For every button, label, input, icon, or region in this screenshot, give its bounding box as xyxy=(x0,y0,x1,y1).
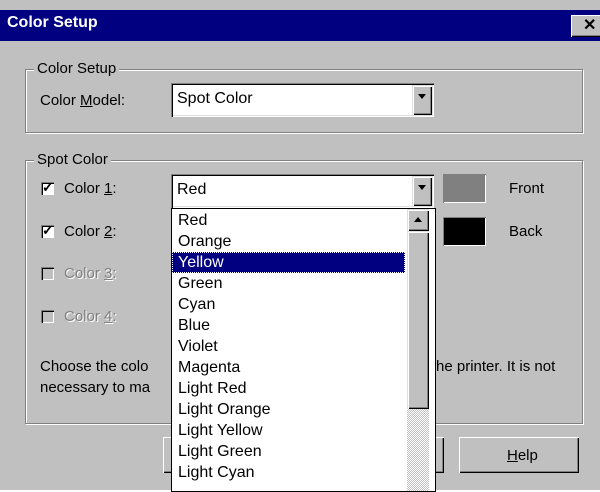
description-line-1-end: he printer. It is not xyxy=(436,358,556,375)
color-3-checkbox xyxy=(41,267,54,280)
color-2-swatch[interactable] xyxy=(443,217,486,246)
color-setup-dialog: Color Setup ✕ Color Setup Color Model: S… xyxy=(0,0,600,492)
description-line-2: necessary to ma xyxy=(40,379,151,396)
chevron-up-icon xyxy=(414,217,422,222)
color-1-value: Red xyxy=(177,181,207,198)
list-item[interactable]: Orange xyxy=(172,231,405,252)
list-item[interactable]: Green xyxy=(172,273,405,294)
window-title: Color Setup xyxy=(7,14,98,31)
spot-color-group-label: Spot Color xyxy=(34,152,111,168)
color-2-label: Color 2: xyxy=(64,223,117,240)
list-item[interactable]: Cyan xyxy=(172,294,405,315)
help-button-label: Help xyxy=(507,447,538,464)
list-item-selected[interactable]: Yellow xyxy=(172,252,405,273)
title-bar: Color Setup ✕ xyxy=(0,10,600,41)
scroll-thumb[interactable] xyxy=(407,231,429,409)
color-2-checkbox[interactable]: ✓ xyxy=(41,222,54,238)
list-item[interactable]: Light Red xyxy=(172,378,405,399)
list-item[interactable]: Magenta xyxy=(172,357,405,378)
list-item[interactable]: Light Green xyxy=(172,441,405,462)
list-item[interactable]: Light Cyan xyxy=(172,462,405,483)
description-line-1-start: Choose the colo xyxy=(40,358,149,375)
color-4-label: Color 4: xyxy=(64,308,117,325)
help-button[interactable]: Help xyxy=(459,437,579,473)
color-model-select[interactable]: Spot Color xyxy=(171,83,434,117)
close-icon: ✕ xyxy=(583,17,597,34)
color-model-dropdown-button[interactable] xyxy=(412,85,432,115)
color-4-checkbox xyxy=(41,310,54,323)
checkmark-icon: ✓ xyxy=(42,179,54,195)
list-item[interactable]: Red xyxy=(172,210,405,231)
color-dropdown-list[interactable]: Red Orange Yellow Green Cyan Blue Violet… xyxy=(171,208,436,492)
chevron-down-icon xyxy=(418,94,426,99)
list-item[interactable]: Light Orange xyxy=(172,399,405,420)
color-3-label: Color 3: xyxy=(64,265,117,282)
list-item[interactable]: Light Yellow xyxy=(172,420,405,441)
scroll-up-button[interactable] xyxy=(407,209,429,231)
color-1-select[interactable]: Red xyxy=(171,174,434,208)
checkmark-icon: ✓ xyxy=(42,222,54,238)
chevron-down-icon xyxy=(418,185,426,190)
color-setup-group-label: Color Setup xyxy=(34,61,120,77)
color-model-label: Color Model: xyxy=(40,92,126,109)
color-1-checkbox[interactable]: ✓ xyxy=(41,179,54,195)
color-2-side-label: Back xyxy=(509,223,543,240)
color-1-swatch[interactable] xyxy=(443,174,486,203)
color-model-value: Spot Color xyxy=(177,90,253,107)
list-item[interactable]: Blue xyxy=(172,315,405,336)
color-1-side-label: Front xyxy=(509,180,545,197)
close-button[interactable]: ✕ xyxy=(571,15,600,37)
color-1-dropdown-button[interactable] xyxy=(412,176,432,206)
list-item[interactable]: Violet xyxy=(172,336,405,357)
list-scrollbar[interactable] xyxy=(407,209,429,491)
color-1-label: Color 1: xyxy=(64,180,117,197)
